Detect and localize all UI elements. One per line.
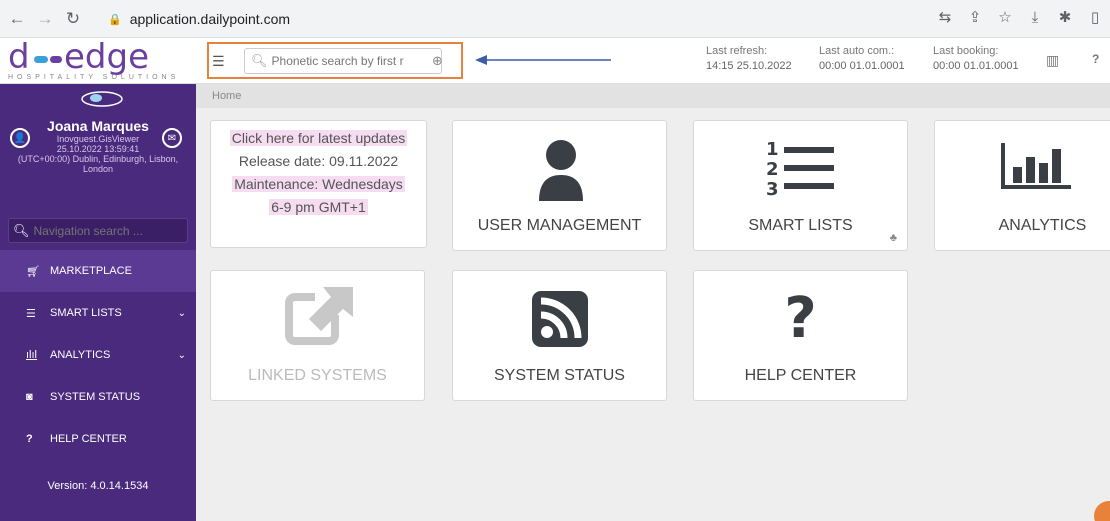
smart-lists-tile[interactable]: 1 2 3 SMART LISTS ♣ <box>693 120 908 251</box>
sidebar-item-label: SMART LISTS <box>50 307 122 319</box>
list-icon: ☰ <box>26 307 36 320</box>
navigation-search-field[interactable]: 🔍︎ <box>8 218 188 243</box>
sidebar-item-system-status[interactable]: ◙ SYSTEM STATUS <box>0 376 196 418</box>
search-icon: 🔍︎ <box>251 53 268 68</box>
version-text: Version: 4.0.14.1534 <box>47 480 149 492</box>
tile-label: USER MANAGEMENT <box>477 217 642 234</box>
logo-subtitle: HOSPITALITY SOLUTIONS <box>8 74 180 81</box>
last-refresh-value: 14:15 25.10.2022 <box>706 60 792 72</box>
user-account: Inovguest.GisViewer <box>56 134 140 144</box>
chat-widget-button[interactable] <box>1094 501 1110 521</box>
sidebar-logo-icon <box>81 91 123 107</box>
rss-feed-icon <box>532 291 588 347</box>
search-icon: 🔍︎ <box>13 222 30 238</box>
bar-chart-icon: ılıl <box>26 349 37 361</box>
translate-icon[interactable]: ⇆ <box>936 8 954 26</box>
sidebar-item-label: HELP CENTER <box>50 433 127 445</box>
last-auto-com: Last auto com.: 00:00 01.01.0001 <box>819 44 905 74</box>
updates-tile[interactable]: Click here for latest updates Release da… <box>210 120 427 248</box>
cart-icon: 🛒︎ <box>26 265 40 278</box>
chevron-down-icon[interactable]: ⌄ <box>178 308 186 319</box>
star-icon[interactable]: ☆ <box>996 8 1014 26</box>
sidebar-item-label: SYSTEM STATUS <box>50 391 141 403</box>
browser-toolbar: ← → ↻ 🔒 application.dailypoint.com ⇆ ⇪ ☆… <box>0 0 1110 38</box>
sidebar-item-label: ANALYTICS <box>50 349 111 361</box>
sidebar: 👤 ✉ Joana Marques Inovguest.GisViewer 25… <box>0 84 196 521</box>
lock-icon: 🔒 <box>108 13 122 26</box>
user-timezone: (UTC+00:00) Dublin, Edinburgh, Lisbon, <box>17 154 179 164</box>
sidebar-item-smart-lists[interactable]: ☰ SMART LISTS ⌄ <box>0 292 196 334</box>
help-center-tile[interactable]: ? HELP CENTER <box>693 270 908 401</box>
release-date: Release date: 09.11.2022 <box>238 153 399 169</box>
svg-text:edge: edge <box>64 40 149 76</box>
chevron-down-icon[interactable]: ⌄ <box>178 350 186 361</box>
tile-label: LINKED SYSTEMS <box>248 367 387 384</box>
list-number-1: 1 <box>766 139 779 160</box>
user-datetime: 25.10.2022 13:59:41 <box>56 144 140 154</box>
menu-toggle-icon[interactable]: ☰ <box>212 53 225 70</box>
user-info: Joana Marques Inovguest.GisViewer 25.10.… <box>0 118 196 174</box>
system-status-tile[interactable]: SYSTEM STATUS <box>452 270 667 401</box>
last-booking: Last booking: 00:00 01.01.0001 <box>933 44 1019 74</box>
extensions-icon[interactable]: ✱ <box>1056 8 1074 26</box>
navigation-search-input[interactable] <box>33 223 184 238</box>
user-timezone-city: London <box>82 164 114 174</box>
last-refresh-label: Last refresh: <box>706 45 768 57</box>
search-submit-icon[interactable]: ⊕ <box>432 53 443 69</box>
back-icon[interactable]: ← <box>6 8 28 30</box>
download-icon[interactable]: ⤓ <box>1026 9 1044 26</box>
last-booking-value: 00:00 01.01.0001 <box>933 60 1019 72</box>
help-icon[interactable]: ? <box>1092 52 1099 66</box>
building-icon[interactable]: ▥ <box>1046 52 1059 69</box>
linked-systems-tile[interactable]: LINKED SYSTEMS <box>210 270 425 401</box>
user-management-tile[interactable]: USER MANAGEMENT <box>452 120 667 251</box>
last-booking-label: Last booking: <box>933 45 999 57</box>
rss-icon: ◙ <box>26 391 33 403</box>
pointer-arrow <box>475 55 611 65</box>
bar-chart-icon <box>1001 143 1071 189</box>
tile-label: SMART LISTS <box>748 217 853 234</box>
address-bar[interactable]: 🔒 application.dailypoint.com <box>100 6 980 32</box>
reload-icon[interactable]: ↻ <box>62 8 84 30</box>
tile-label: ANALYTICS <box>998 217 1087 234</box>
question-icon: ? <box>26 433 33 445</box>
question-mark-icon: ? <box>784 286 817 351</box>
tile-label: HELP CENTER <box>744 367 857 384</box>
breadcrumb[interactable]: Home <box>212 90 241 102</box>
sidepanel-icon[interactable]: ▯ <box>1086 8 1104 26</box>
last-auto-com-value: 00:00 01.01.0001 <box>819 60 905 72</box>
updates-link[interactable]: Click here for latest updates <box>229 130 408 146</box>
last-auto-com-label: Last auto com.: <box>819 45 895 57</box>
url-text: application.dailypoint.com <box>129 11 291 27</box>
list-number-3: 3 <box>766 179 779 197</box>
share-icon[interactable]: ⇪ <box>966 8 984 26</box>
sidebar-item-marketplace[interactable]: 🛒︎ MARKETPLACE <box>0 250 196 292</box>
updates-text: Click here for latest updates Release da… <box>211 121 426 219</box>
maintenance-hours: 6-9 pm GMT+1 <box>269 199 368 215</box>
logo-wordmark: d edge <box>8 37 149 77</box>
maintenance-text: Maintenance: Wednesdays <box>232 176 405 192</box>
user-icon <box>539 140 583 201</box>
numbered-list-icon: 1 2 3 <box>766 139 834 197</box>
sidebar-item-analytics[interactable]: ılıl ANALYTICS ⌄ <box>0 334 196 376</box>
tile-label: SYSTEM STATUS <box>494 367 625 384</box>
external-link-icon <box>285 287 353 345</box>
forward-icon[interactable]: → <box>34 8 56 30</box>
analytics-tile[interactable]: ANALYTICS <box>934 120 1110 251</box>
dedge-logo[interactable]: d edge HOSPITALITY SOLUTIONS <box>4 37 200 84</box>
list-number-2: 2 <box>766 159 779 180</box>
sidebar-item-help-center[interactable]: ? HELP CENTER <box>0 418 196 460</box>
phonetic-search-field[interactable]: 🔍︎ <box>244 48 442 74</box>
user-name: Joana Marques <box>47 118 149 134</box>
breadcrumb-bar <box>196 84 1110 108</box>
svg-text:d: d <box>8 40 30 76</box>
phonetic-search-input[interactable] <box>271 54 432 68</box>
sidebar-item-label: MARKETPLACE <box>50 265 132 277</box>
browser-actions: ⇆ ⇪ ☆ ⤓ ✱ ▯ <box>936 8 1110 27</box>
last-refresh: Last refresh: 14:15 25.10.2022 <box>706 44 792 74</box>
sitemap-icon[interactable]: ♣ <box>890 232 897 244</box>
